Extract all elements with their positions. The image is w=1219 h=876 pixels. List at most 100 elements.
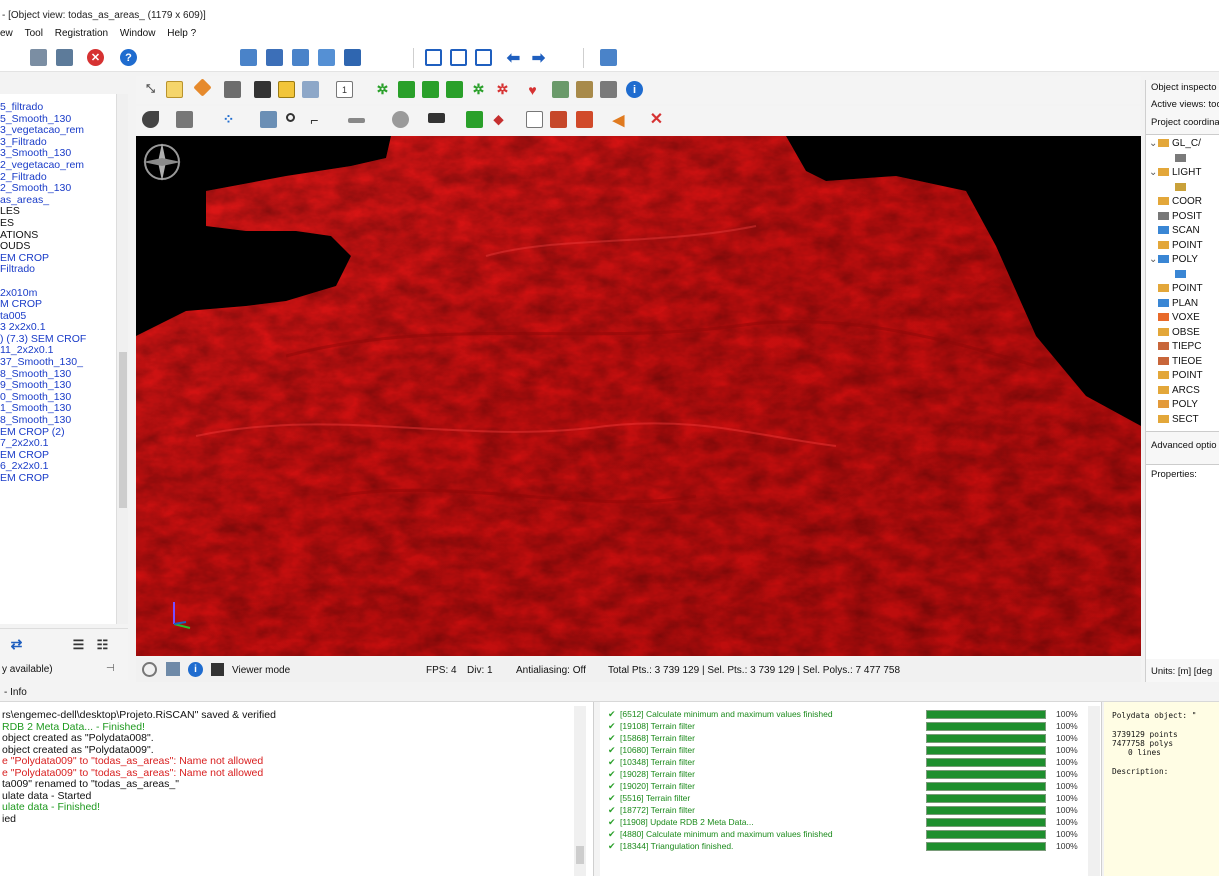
object-tree-item[interactable]: ARCS xyxy=(1149,385,1200,398)
tree-item[interactable]: ta005 xyxy=(0,311,116,323)
tree-item[interactable]: 2x010m xyxy=(0,288,116,300)
object-tree-item[interactable]: POINT xyxy=(1149,283,1203,296)
marker-icon[interactable]: ♥ xyxy=(524,81,541,98)
properties-icon[interactable] xyxy=(30,49,47,66)
page-icon[interactable] xyxy=(526,111,543,128)
object-tree-item[interactable]: POINT xyxy=(1149,370,1203,383)
star-remove-icon[interactable]: ✲ xyxy=(494,81,511,98)
properties-small-icon[interactable] xyxy=(166,662,180,676)
tree-item[interactable]: 3_Filtrado xyxy=(0,137,116,149)
tree-item[interactable]: 6_2x2x0.1 xyxy=(0,461,116,473)
menu-view[interactable]: ew xyxy=(0,28,13,39)
object-tree-item[interactable]: VOXE xyxy=(1149,312,1200,325)
list-indent-icon[interactable]: ☷ xyxy=(94,636,111,653)
tree-item[interactable]: EM CROP (2) xyxy=(0,427,116,439)
project-tree-scrollbar[interactable] xyxy=(116,94,128,624)
number-box-icon[interactable]: 1 xyxy=(336,81,353,98)
info-tab[interactable]: - Info xyxy=(0,684,1219,702)
tree-item[interactable]: 0_Smooth_130 xyxy=(0,392,116,404)
tree-item[interactable]: EM CROP xyxy=(0,450,116,462)
arrow-right-icon[interactable]: ➡ xyxy=(530,49,547,67)
scan-c-icon[interactable] xyxy=(292,49,309,66)
log-scroll-thumb[interactable] xyxy=(576,846,584,864)
object-tree-item[interactable]: POINT xyxy=(1149,240,1203,253)
tree-item[interactable]: 8_Smooth_130 xyxy=(0,369,116,381)
points-icon[interactable]: ⁘ xyxy=(220,111,237,128)
close-red-icon[interactable]: ✕ xyxy=(87,49,104,66)
split-window-icon[interactable] xyxy=(450,49,467,66)
tree-item[interactable]: Filtrado xyxy=(0,264,116,276)
object-tree-item[interactable]: PLAN xyxy=(1149,298,1198,311)
arrow-left-icon[interactable]: ⬅ xyxy=(505,49,522,67)
scan-b-icon[interactable] xyxy=(266,49,283,66)
select-inside-icon[interactable] xyxy=(422,81,439,98)
pointer-tool-icon[interactable]: ⤡ xyxy=(142,81,159,98)
tree-item[interactable]: EM CROP xyxy=(0,473,116,485)
tree-item[interactable]: as_areas_ xyxy=(0,195,116,207)
scan-a-icon[interactable] xyxy=(240,49,257,66)
remove-icon[interactable]: ✕ xyxy=(648,110,665,128)
pin-panel-icon[interactable]: ⊣ xyxy=(106,663,115,674)
chevron-down-icon[interactable]: ⌄ xyxy=(1149,254,1158,265)
chart-icon[interactable] xyxy=(550,111,567,128)
point-size-icon[interactable] xyxy=(286,113,295,122)
chevron-down-icon[interactable]: ⌄ xyxy=(1149,138,1158,149)
tree-item[interactable]: 3_vegetacao_rem xyxy=(0,125,116,137)
scan-d-icon[interactable] xyxy=(318,49,335,66)
menu-help[interactable]: Help ? xyxy=(167,28,196,39)
tree-item[interactable]: 3_Smooth_130 xyxy=(0,148,116,160)
project-tree-scroll-thumb[interactable] xyxy=(119,352,127,508)
select-outside-icon[interactable] xyxy=(446,81,463,98)
tree-item[interactable]: ES xyxy=(0,218,116,230)
tree-item[interactable]: 5_Smooth_130 xyxy=(0,114,116,126)
line-tool-icon[interactable]: ⌐ xyxy=(306,111,323,128)
compass-widget[interactable] xyxy=(143,143,181,181)
cube-dark-icon[interactable] xyxy=(254,81,271,98)
scan-e-icon[interactable] xyxy=(344,49,361,66)
sphere-icon[interactable] xyxy=(392,111,409,128)
tree-item[interactable]: ) (7.3) SEM CROF xyxy=(0,334,116,346)
tree-item[interactable]: 2_Filtrado xyxy=(0,172,116,184)
info-icon[interactable]: i xyxy=(626,81,643,98)
select-all-icon[interactable] xyxy=(398,81,415,98)
log-scrollbar[interactable] xyxy=(574,706,586,876)
shape-diamond-icon[interactable] xyxy=(193,78,212,97)
object-tree-item[interactable]: ⌄ LIGHT xyxy=(1149,167,1201,180)
bounding-box-icon[interactable] xyxy=(166,81,183,98)
object-tree-item[interactable]: POSIT xyxy=(1149,211,1202,224)
tree-item[interactable]: M CROP xyxy=(0,299,116,311)
tree-item[interactable]: 37_Smooth_130_ xyxy=(0,357,116,369)
export-icon[interactable] xyxy=(576,111,593,128)
object-tree-item[interactable] xyxy=(1166,269,1189,282)
advanced-options-label[interactable]: Advanced optio xyxy=(1151,440,1217,451)
pin-icon[interactable]: ⬥ xyxy=(490,111,507,128)
tree-item[interactable]: 1_Smooth_130 xyxy=(0,403,116,415)
select-cursor-icon[interactable] xyxy=(260,111,277,128)
list-align-icon[interactable]: ☰ xyxy=(70,636,87,653)
gear-icon[interactable] xyxy=(142,662,157,677)
axes-icon[interactable] xyxy=(302,81,319,98)
info-small-icon[interactable]: i xyxy=(188,662,203,677)
swap-icon[interactable]: ⇄ xyxy=(8,636,25,653)
mesh-icon[interactable] xyxy=(176,111,193,128)
object-tree-item[interactable]: SCAN xyxy=(1149,225,1200,238)
task-scrollbar[interactable] xyxy=(1088,706,1100,876)
tree-item[interactable]: 5_filtrado xyxy=(0,102,116,114)
menu-registration[interactable]: Registration xyxy=(55,28,108,39)
chevron-down-icon[interactable]: ⌄ xyxy=(1149,167,1158,178)
object-tree-item[interactable]: POLY xyxy=(1149,399,1198,412)
object-tree-item[interactable]: COOR xyxy=(1149,196,1202,209)
layers-green-icon[interactable] xyxy=(466,111,483,128)
tree-item[interactable]: 9_Smooth_130 xyxy=(0,380,116,392)
object-tree-item[interactable] xyxy=(1166,182,1189,195)
tree-item[interactable]: 2_Smooth_130 xyxy=(0,183,116,195)
object-tree-item[interactable]: TIEOE xyxy=(1149,356,1202,369)
object-tree-item[interactable]: OBSE xyxy=(1149,327,1200,340)
object-tree-item[interactable]: ⌄ POLY xyxy=(1149,254,1198,267)
tree-item[interactable]: 11_2x2x0.1 xyxy=(0,345,116,357)
render-mode-icon[interactable] xyxy=(142,111,159,128)
plane-icon[interactable] xyxy=(348,118,365,123)
tree-item[interactable]: 8_Smooth_130 xyxy=(0,415,116,427)
tree-item[interactable]: 2_vegetacao_rem xyxy=(0,160,116,172)
star-select-icon[interactable]: ✲ xyxy=(374,81,391,98)
